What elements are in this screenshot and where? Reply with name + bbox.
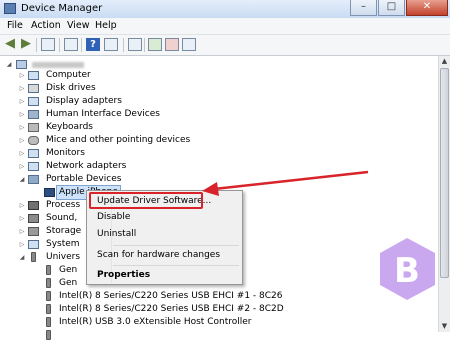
menu-bar: File Action View Help [0, 18, 450, 35]
back-arrow-icon[interactable]: ◀ [3, 37, 17, 51]
collapse-icon[interactable]: ◢ [18, 251, 26, 264]
expand-icon[interactable]: ▷ [18, 225, 26, 238]
usb-icon [31, 252, 36, 262]
tree-item-label: Process [46, 200, 81, 210]
disk-drive-icon [28, 84, 39, 93]
tree-item-label: Univers [46, 252, 81, 262]
tree-item-label: Display adapters [46, 96, 122, 106]
tree-item-label: Storage [46, 226, 82, 236]
tree-item-label: Network adapters [46, 161, 127, 171]
menu-file[interactable]: File [7, 20, 23, 31]
update-driver-icon[interactable] [148, 38, 162, 51]
menu-separator [113, 265, 239, 266]
expand-icon[interactable]: ▷ [18, 69, 26, 82]
usb-icon [46, 265, 51, 275]
expand-icon[interactable]: ▷ [18, 134, 26, 147]
speaker-icon [28, 214, 39, 223]
close-button[interactable]: ✕ [406, 0, 448, 16]
expand-icon[interactable]: ▷ [18, 212, 26, 225]
network-adapter-icon [28, 162, 39, 171]
annotation-arrow-icon [202, 170, 369, 196]
watermark-logo: B [380, 238, 435, 300]
hid-icon [28, 110, 39, 119]
show-hide-tree-icon[interactable] [41, 38, 55, 51]
processor-icon [28, 201, 39, 210]
expand-icon[interactable]: ▷ [18, 82, 26, 95]
expand-icon[interactable]: ▷ [18, 238, 26, 251]
collapse-icon[interactable]: ◢ [18, 173, 26, 186]
forward-arrow-icon[interactable]: ▶ [19, 37, 33, 51]
keyboard-icon [28, 123, 39, 132]
svg-text:B: B [394, 251, 420, 291]
expand-icon[interactable]: ▷ [18, 147, 26, 160]
scrollbar-thumb[interactable] [440, 68, 449, 278]
menu-view[interactable]: View [67, 20, 90, 31]
tree-item-label: Intel(R) 8 Series/C220 Series USB EHCI #… [59, 304, 284, 314]
scroll-down-icon[interactable]: ▼ [439, 321, 450, 332]
disable-icon[interactable] [182, 38, 196, 51]
menu-item-disable[interactable]: Disable [97, 212, 130, 222]
toolbar-divider [81, 38, 82, 52]
expand-icon[interactable]: ▷ [18, 95, 26, 108]
title-bar: Device Manager – □ ✕ [0, 0, 450, 19]
tree-item-label: Intel(R) 8 Series/C220 Series USB EHCI #… [59, 291, 283, 301]
minimize-button[interactable]: – [350, 0, 377, 16]
toolbar-divider [36, 38, 37, 52]
mouse-icon [28, 136, 39, 145]
collapse-icon[interactable]: ◢ [5, 58, 13, 71]
toolbar-divider [59, 38, 60, 52]
menu-help[interactable]: Help [95, 20, 117, 31]
computer-icon [28, 71, 39, 80]
tree-item-label: Sound, [46, 213, 78, 223]
tree-item-label: Mice and other pointing devices [46, 135, 191, 145]
usb-icon [46, 291, 51, 301]
tree-item-label: System [46, 239, 80, 249]
monitor-icon [28, 149, 39, 158]
toolbar: ◀ ▶ ? [0, 35, 450, 56]
tree-item-label: Portable Devices [46, 174, 122, 184]
portable-device-icon [28, 175, 39, 184]
tree-item-label: Human Interface Devices [46, 109, 160, 119]
expand-icon[interactable]: ▷ [18, 108, 26, 121]
help-icon[interactable]: ? [86, 38, 100, 51]
menu-item-scan[interactable]: Scan for hardware changes [97, 250, 220, 260]
expand-icon[interactable]: ▷ [18, 121, 26, 134]
window-title: Device Manager [21, 3, 103, 14]
vertical-scrollbar[interactable]: ▲ ▼ [438, 56, 450, 332]
view-icon[interactable] [64, 38, 78, 51]
tree-item-label: Gen [59, 278, 78, 288]
expand-icon[interactable]: ▷ [18, 199, 26, 212]
menu-separator [113, 245, 239, 246]
scroll-up-icon[interactable]: ▲ [439, 56, 450, 67]
usb-icon [46, 278, 51, 288]
properties-icon[interactable] [104, 38, 118, 51]
toolbar-divider [144, 38, 145, 52]
tree-item-label: Computer [46, 70, 91, 80]
scan-hardware-icon[interactable] [128, 38, 142, 51]
usb-icon [46, 317, 51, 327]
computer-root-icon [16, 60, 27, 69]
blurred-computer-name [32, 62, 84, 68]
annotation-highlight-box [89, 192, 203, 209]
window-controls: – □ ✕ [349, 0, 448, 17]
system-icon [28, 240, 39, 249]
phone-icon [44, 188, 55, 197]
tree-item-label: Intel(R) USB 3.0 eXtensible Host Control… [59, 317, 252, 327]
tree-item-label: Monitors [46, 148, 85, 158]
tree-item-label: Disk drives [46, 83, 96, 93]
toolbar-divider [123, 38, 124, 52]
menu-item-uninstall[interactable]: Uninstall [97, 229, 136, 239]
device-manager-icon [4, 3, 16, 14]
storage-icon [28, 227, 39, 236]
expand-icon[interactable]: ▷ [18, 160, 26, 173]
tree-item-label: Gen [59, 265, 78, 275]
tree-item-label: Keyboards [46, 122, 93, 132]
usb-icon [46, 304, 51, 314]
uninstall-icon[interactable] [165, 38, 179, 51]
menu-action[interactable]: Action [31, 20, 61, 31]
maximize-button[interactable]: □ [378, 0, 405, 16]
display-adapter-icon [28, 97, 39, 106]
menu-item-properties[interactable]: Properties [97, 270, 150, 280]
